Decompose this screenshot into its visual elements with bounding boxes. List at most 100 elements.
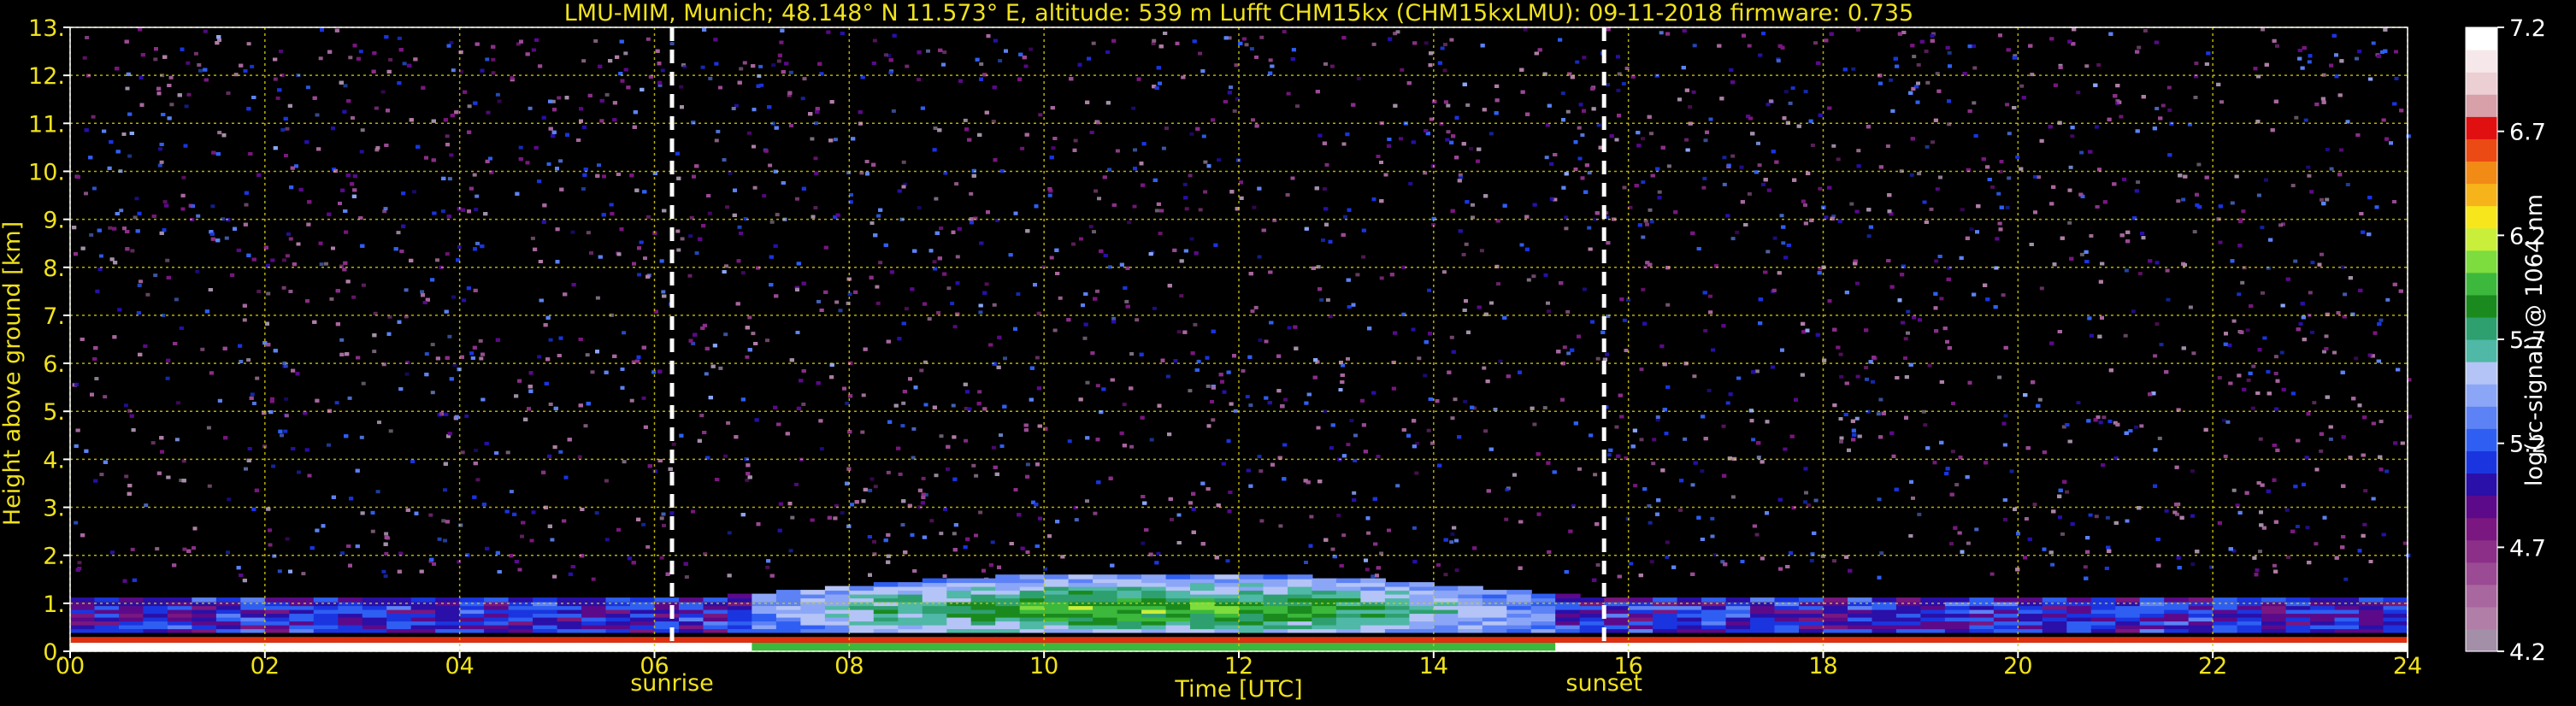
noise-pixel [700, 65, 705, 69]
noise-pixel [932, 260, 937, 264]
noise-pixel [577, 455, 582, 459]
noise-pixel [864, 160, 869, 163]
noise-pixel [1562, 345, 1567, 350]
noise-pixel [424, 352, 429, 356]
noise-pixel [1248, 403, 1253, 408]
noise-pixel [1818, 186, 1823, 191]
noise-pixel [2310, 330, 2314, 334]
noise-pixel [452, 363, 457, 368]
noise-pixel [1346, 443, 1351, 447]
noise-pixel [2303, 118, 2308, 122]
noise-pixel [282, 258, 286, 262]
noise-pixel [443, 538, 447, 543]
noise-pixel [1756, 141, 1760, 145]
noise-pixel [746, 131, 752, 135]
noise-pixel [1652, 438, 1657, 442]
noise-pixel [472, 173, 477, 177]
noise-pixel [1790, 86, 1795, 91]
noise-pixel [1606, 453, 1612, 457]
noise-pixel [1911, 496, 1915, 500]
noise-pixel [1730, 237, 1736, 241]
noise-pixel [558, 450, 563, 454]
noise-pixel [467, 104, 472, 109]
noise-pixel [1526, 278, 1531, 282]
noise-pixel [1683, 437, 1688, 441]
noise-pixel [1703, 328, 1708, 332]
noise-pixel [1751, 438, 1756, 442]
noise-pixel [1639, 368, 1644, 372]
noise-pixel [1765, 103, 1771, 107]
noise-pixel [1595, 563, 1600, 567]
noise-pixel [682, 65, 687, 69]
noise-pixel [1924, 50, 1929, 53]
noise-pixel [2165, 268, 2170, 273]
noise-pixel [963, 118, 968, 122]
noise-pixel [1461, 252, 1466, 256]
noise-pixel [1587, 226, 1592, 230]
noise-pixel [2345, 183, 2350, 186]
noise-pixel [451, 68, 456, 73]
noise-pixel [145, 292, 150, 297]
noise-pixel [939, 227, 944, 230]
noise-pixel [1532, 422, 1537, 427]
noise-pixel [1085, 380, 1090, 385]
noise-pixel [150, 441, 156, 445]
noise-pixel [1855, 374, 1860, 379]
noise-pixel [1903, 337, 1908, 341]
noise-pixel [1252, 205, 1257, 209]
noise-pixel [847, 292, 852, 297]
noise-pixel [372, 350, 377, 354]
noise-pixel [77, 561, 82, 565]
noise-pixel [933, 126, 938, 130]
noise-pixel [1443, 573, 1448, 577]
noise-pixel [200, 347, 205, 351]
noise-pixel [2329, 167, 2334, 171]
noise-pixel [1016, 292, 1021, 297]
noise-pixel [1593, 473, 1598, 477]
noise-pixel [883, 53, 888, 57]
noise-pixel [186, 92, 192, 97]
noise-pixel [589, 251, 593, 255]
noise-pixel [2225, 420, 2231, 424]
noise-pixel [2137, 272, 2143, 276]
noise-pixel [285, 537, 290, 541]
noise-pixel [1285, 193, 1290, 197]
noise-pixel [669, 42, 675, 46]
noise-pixel [1776, 59, 1781, 63]
noise-pixel [1702, 176, 1707, 180]
noise-pixel [637, 273, 642, 277]
noise-pixel [1838, 352, 1843, 356]
noise-pixel [873, 485, 878, 489]
noise-pixel [351, 295, 357, 299]
noise-pixel [440, 209, 445, 213]
noise-pixel [2338, 148, 2343, 152]
noise-pixel [457, 560, 462, 564]
noise-pixel [974, 474, 979, 478]
noise-pixel [250, 64, 255, 68]
noise-pixel [1803, 90, 1808, 94]
noise-pixel [1966, 541, 1971, 545]
noise-pixel [2223, 454, 2228, 458]
noise-pixel [283, 429, 288, 433]
noise-pixel [388, 429, 393, 433]
noise-pixel [934, 474, 939, 478]
noise-pixel [2340, 265, 2345, 269]
noise-pixel [1969, 227, 1974, 232]
noise-pixel [1688, 105, 1693, 109]
noise-pixel [727, 531, 732, 535]
noise-pixel [1346, 356, 1350, 361]
noise-pixel [1665, 555, 1670, 559]
noise-pixel [447, 334, 452, 338]
noise-pixel [1341, 142, 1347, 146]
noise-pixel [1440, 46, 1445, 50]
noise-pixel [133, 215, 138, 220]
noise-pixel [2379, 420, 2384, 424]
noise-pixel [1878, 397, 1883, 402]
noise-pixel [1633, 484, 1638, 488]
noise-pixel [2363, 489, 2368, 493]
noise-pixel [1149, 438, 1154, 442]
noise-pixel [181, 175, 186, 179]
noise-pixel [383, 574, 388, 579]
noise-pixel [377, 421, 381, 425]
noise-pixel [134, 197, 139, 201]
